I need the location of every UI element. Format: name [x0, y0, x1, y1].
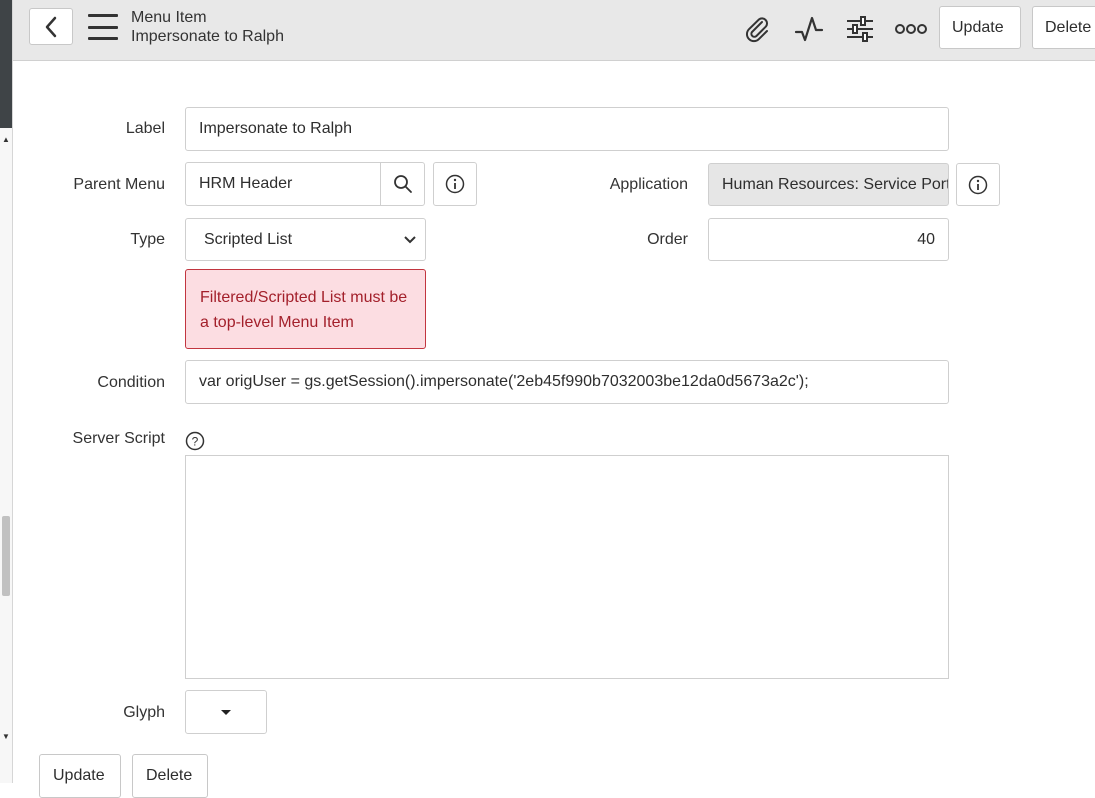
- label-input[interactable]: Impersonate to Ralph: [185, 107, 949, 151]
- label-field-caption: Label: [125, 120, 165, 137]
- svg-text:?: ?: [192, 435, 199, 449]
- info-icon: [968, 175, 988, 194]
- info-icon: [445, 174, 465, 194]
- back-button[interactable]: [29, 8, 73, 45]
- parent-menu-input[interactable]: HRM Header: [185, 162, 382, 206]
- chevron-down-icon: [404, 236, 416, 244]
- parent-menu-lookup-button[interactable]: [380, 162, 425, 206]
- application-field: Human Resources: Service Portal: [708, 163, 949, 206]
- order-caption: Order: [647, 231, 688, 248]
- parent-menu-info-button[interactable]: [433, 162, 477, 206]
- parent-menu-caption: Parent Menu: [73, 176, 165, 193]
- help-icon[interactable]: ?: [185, 431, 205, 451]
- scrollbar-thumb[interactable]: [2, 516, 10, 596]
- paperclip-icon[interactable]: [741, 13, 773, 45]
- application-info-button[interactable]: [956, 163, 1000, 206]
- footer-delete-button[interactable]: Delete: [132, 754, 208, 798]
- scroll-down-arrow-icon[interactable]: ▼: [0, 731, 12, 743]
- glyph-caption: Glyph: [123, 704, 165, 721]
- condition-caption: Condition: [97, 374, 165, 391]
- application-caption: Application: [609, 176, 688, 193]
- header-title-block: Menu Item Impersonate to Ralph: [131, 9, 284, 47]
- glyph-picker[interactable]: [185, 690, 267, 734]
- form-header: Menu Item Impersonate to Ralph Update De…: [13, 0, 1095, 61]
- sliders-icon[interactable]: [844, 13, 876, 45]
- chevron-left-icon: [45, 16, 57, 37]
- condition-input[interactable]: var origUser = gs.getSession().impersona…: [185, 360, 949, 404]
- order-input[interactable]: 40: [708, 218, 949, 261]
- type-caption: Type: [130, 231, 165, 248]
- header-update-button[interactable]: Update: [939, 6, 1021, 49]
- footer-update-button[interactable]: Update: [39, 754, 121, 798]
- more-options-icon[interactable]: [895, 13, 927, 45]
- record-type-title: Menu Item: [131, 9, 207, 26]
- hamburger-menu-icon[interactable]: [88, 14, 118, 40]
- caret-down-icon: [221, 710, 231, 715]
- scrollbar-dark-region: [0, 0, 12, 128]
- header-delete-button[interactable]: Delete: [1032, 6, 1095, 49]
- type-error-message: Filtered/Scripted List must be a top-lev…: [185, 269, 426, 349]
- server-script-editor[interactable]: [185, 455, 949, 679]
- type-selected-value: Scripted List: [204, 230, 293, 248]
- search-icon: [393, 175, 412, 193]
- type-select[interactable]: Scripted List: [185, 218, 426, 261]
- activity-icon[interactable]: [793, 13, 825, 45]
- server-script-caption: Server Script: [72, 430, 165, 447]
- record-display-name: Impersonate to Ralph: [131, 28, 284, 45]
